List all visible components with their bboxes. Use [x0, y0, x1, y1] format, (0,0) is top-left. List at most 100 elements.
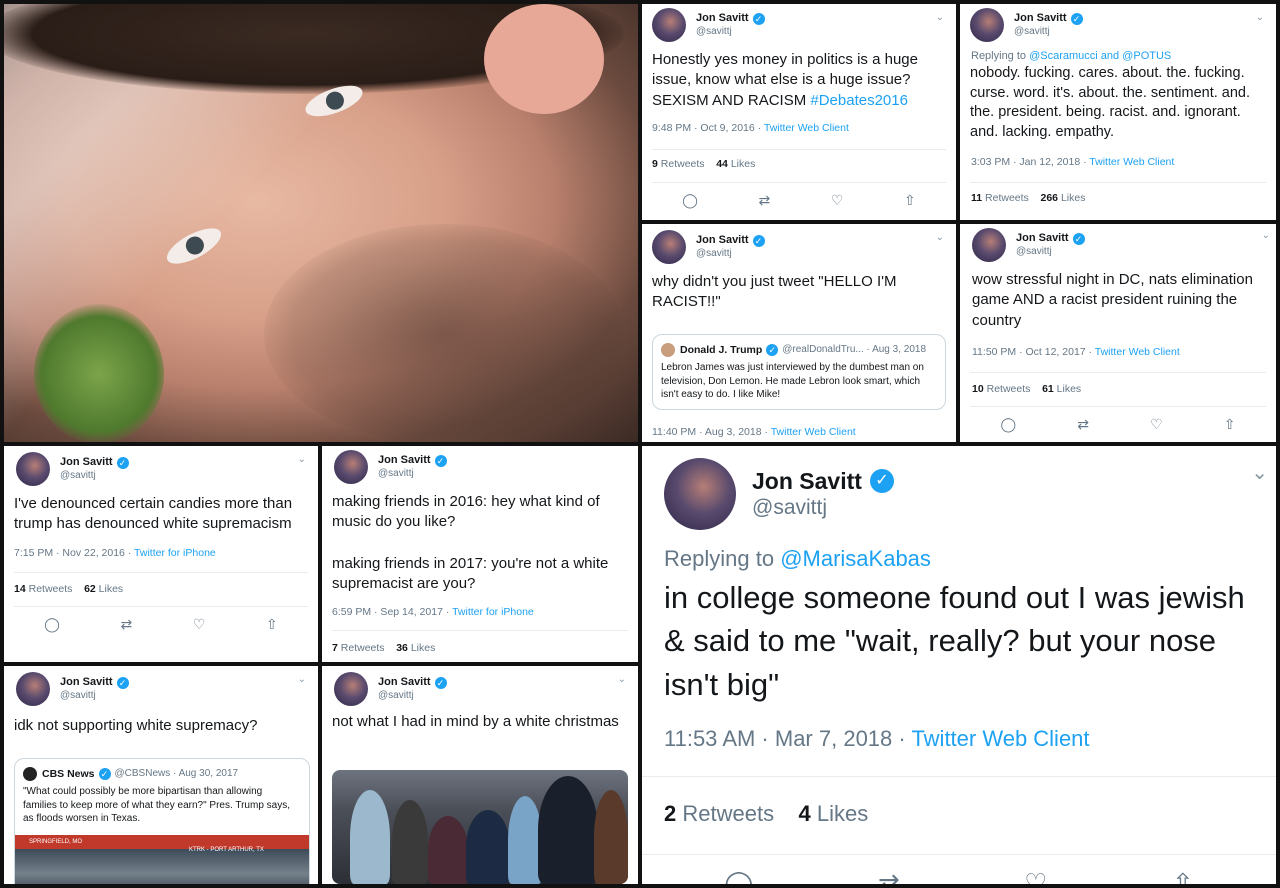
- client-link[interactable]: Twitter Web Client: [911, 726, 1089, 751]
- replying-to: Replying to @MarisaKabas: [664, 546, 931, 571]
- avatar[interactable]: [16, 672, 50, 706]
- share-icon[interactable]: ⇧: [266, 616, 278, 633]
- chevron-down-icon[interactable]: ⌄: [1251, 460, 1268, 485]
- user-name[interactable]: Jon Savitt: [378, 454, 431, 468]
- quoted-tweet[interactable]: Donald J. Trump ✓ @realDonaldTru... · Aug …: [652, 334, 946, 410]
- reply-icon[interactable]: ◯: [44, 616, 60, 633]
- user-name[interactable]: Jon Savitt: [1016, 232, 1069, 246]
- quote-video-thumbnail[interactable]: SPRINGFIELD, MO KTRK - PORT ARTHUR, TX: [15, 835, 309, 884]
- avatar[interactable]: [334, 672, 368, 706]
- user-handle[interactable]: @savittj: [378, 690, 447, 703]
- user-handle[interactable]: @savittj: [1016, 246, 1085, 259]
- user-name[interactable]: Jon Savitt: [696, 234, 749, 248]
- quoted-tweet[interactable]: CBS News ✓ @CBSNews · Aug 30, 2017 "What c…: [14, 758, 310, 884]
- verified-icon: ✓: [98, 768, 111, 781]
- tweet-timestamp: 9:48 PM · Oct 9, 2016 · Twitter Web Clie…: [652, 122, 849, 134]
- tweet-text-2: making friends in 2017: you're not a whi…: [332, 555, 609, 593]
- verified-icon: ✓: [116, 676, 129, 689]
- client-link[interactable]: Twitter Web Client: [771, 426, 856, 438]
- chevron-down-icon[interactable]: ⌄: [1262, 230, 1270, 241]
- reply-to-link[interactable]: @Scaramucci and @POTUS: [1029, 50, 1171, 62]
- client-link[interactable]: Twitter Web Client: [1089, 156, 1174, 168]
- tweet-card-candies: Jon Savitt ✓ @savittj ⌄ I've denounced ce…: [4, 446, 318, 662]
- avatar[interactable]: [652, 230, 686, 264]
- ear: [484, 4, 604, 114]
- user-handle[interactable]: @savittj: [60, 470, 129, 483]
- tweet-actions: ◯ ⇄ ♡ ⇧: [652, 192, 946, 209]
- client-link[interactable]: Twitter Web Client: [764, 122, 849, 134]
- user-handle[interactable]: @savittj: [696, 26, 765, 39]
- chevron-down-icon[interactable]: ⌄: [936, 12, 944, 23]
- quote-meta: @realDonaldTru... · Aug 3, 2018: [782, 344, 927, 356]
- quote-text: "What could possibly be more bipartisan …: [23, 786, 290, 825]
- reply-icon[interactable]: ◯: [724, 868, 753, 884]
- avatar[interactable]: [970, 8, 1004, 42]
- tweet-card-nose: Jon Savitt ✓ @savittj ⌄ Replying to @Mari…: [642, 446, 1276, 884]
- verified-icon: ✓: [434, 676, 447, 689]
- client-link[interactable]: Twitter Web Client: [1095, 346, 1180, 358]
- tweet-text: nobody. fucking. cares. about. the. fuck…: [970, 65, 1251, 140]
- retweet-icon[interactable]: ⇄: [759, 192, 771, 209]
- heart-icon[interactable]: ♡: [1024, 868, 1047, 884]
- user-name[interactable]: Jon Savitt: [752, 467, 862, 496]
- client-link[interactable]: Twitter for iPhone: [452, 606, 534, 618]
- chevron-down-icon[interactable]: ⌄: [618, 674, 626, 685]
- video-caption-right: KTRK - PORT ARTHUR, TX: [189, 847, 264, 853]
- user-name[interactable]: Jon Savitt: [60, 676, 113, 690]
- avatar[interactable]: [972, 228, 1006, 262]
- tweet-text-1: making friends in 2016: hey what kind of…: [332, 493, 600, 531]
- heart-icon[interactable]: ♡: [1150, 416, 1163, 433]
- chevron-down-icon[interactable]: ⌄: [1256, 12, 1264, 23]
- client-link[interactable]: Twitter for iPhone: [134, 547, 216, 559]
- user-name[interactable]: Jon Savitt: [60, 456, 113, 470]
- retweet-icon[interactable]: ⇄: [878, 868, 900, 884]
- tweet-stats: 14 Retweets 62 Likes: [14, 583, 124, 595]
- reply-icon[interactable]: ◯: [682, 192, 698, 209]
- tweet-timestamp: 11:40 PM · Aug 3, 2018 · Twitter Web Cli…: [652, 426, 856, 438]
- share-icon[interactable]: ⇧: [1224, 416, 1236, 433]
- tweet-card-hello-racist: Jon Savitt ✓ @savittj ⌄ why didn't you ju…: [642, 224, 956, 442]
- reply-to-link[interactable]: @MarisaKabas: [780, 546, 931, 571]
- tweet-stats: 9 Retweets 44 Likes: [652, 158, 756, 170]
- verified-icon: ✓: [116, 456, 129, 469]
- user-handle[interactable]: @savittj: [1014, 26, 1083, 39]
- verified-icon: ✓: [1070, 12, 1083, 25]
- tweet-text: why didn't you just tweet "HELLO I'M RAC…: [652, 273, 897, 311]
- user-handle[interactable]: @savittj: [378, 468, 447, 481]
- quote-avatar: [661, 343, 675, 358]
- user-name[interactable]: Jon Savitt: [378, 676, 431, 690]
- tweet-timestamp: 11:50 PM · Oct 12, 2017 · Twitter Web Cl…: [972, 346, 1180, 358]
- beard: [264, 224, 624, 442]
- share-icon[interactable]: ⇧: [904, 192, 916, 209]
- tweet-card-white-supremacy: Jon Savitt ✓ @savittj ⌄ idk not supportin…: [4, 666, 318, 884]
- tweet-timestamp: 3:03 PM · Jan 12, 2018 · Twitter Web Cli…: [971, 156, 1175, 168]
- chevron-down-icon[interactable]: ⌄: [936, 232, 944, 243]
- selfie-photo: [4, 4, 638, 442]
- tweet-stats: 10 Retweets 61 Likes: [972, 383, 1082, 395]
- user-handle[interactable]: @savittj: [60, 690, 129, 703]
- tweet-photo-crowd[interactable]: [332, 770, 628, 884]
- retweet-icon[interactable]: ⇄: [121, 616, 133, 633]
- reply-icon[interactable]: ◯: [1001, 416, 1017, 433]
- user-handle[interactable]: @savittj: [696, 248, 765, 261]
- avatar[interactable]: [334, 450, 368, 484]
- tweet-timestamp: 11:53 AM · Mar 7, 2018 · Twitter Web Cli…: [664, 726, 1090, 751]
- hashtag-link[interactable]: #Debates2016: [810, 92, 908, 109]
- verified-icon: ✓: [766, 344, 779, 357]
- avatar[interactable]: [16, 452, 50, 486]
- heart-icon[interactable]: ♡: [193, 616, 206, 633]
- heart-icon[interactable]: ♡: [831, 192, 844, 209]
- user-name[interactable]: Jon Savitt: [1014, 12, 1067, 26]
- user-name[interactable]: Jon Savitt: [696, 12, 749, 26]
- tweet-card-making-friends: Jon Savitt ✓ @savittj making friends in 2…: [322, 446, 638, 662]
- share-icon[interactable]: ⇧: [1172, 868, 1194, 884]
- chevron-down-icon[interactable]: ⌄: [298, 454, 306, 465]
- quote-name: CBS News: [42, 768, 95, 780]
- user-handle[interactable]: @savittj: [752, 495, 894, 521]
- chevron-down-icon[interactable]: ⌄: [298, 674, 306, 685]
- verified-icon: ✓: [752, 234, 765, 247]
- verified-icon: ✓: [434, 454, 447, 467]
- avatar[interactable]: [652, 8, 686, 42]
- retweet-icon[interactable]: ⇄: [1077, 416, 1089, 433]
- avatar[interactable]: [664, 458, 736, 530]
